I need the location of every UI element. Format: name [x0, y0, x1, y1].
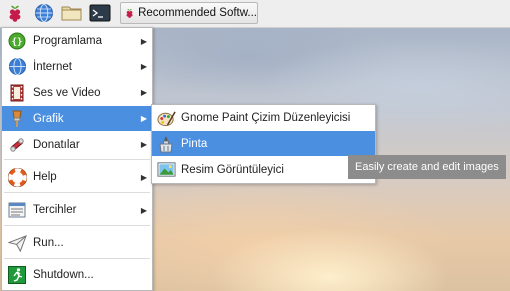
menu-item-programlama[interactable]: {} Programlama ▶: [2, 29, 152, 53]
raspberry-icon: [126, 8, 133, 18]
exit-running-man-icon: [7, 265, 27, 285]
paper-plane-icon: [7, 233, 27, 253]
graphics-submenu: Gnome Paint Çizim Düzenleyicisi Pinta Re…: [151, 104, 376, 184]
menu-item-help[interactable]: Help ▶: [2, 164, 152, 190]
submenu-item-label: Pinta: [181, 137, 208, 150]
chevron-right-icon: ▶: [140, 205, 147, 215]
accessories-icon: [7, 135, 27, 155]
tooltip: Easily create and edit images: [348, 155, 506, 179]
web-browser-launcher[interactable]: [32, 2, 56, 24]
taskbar: Recommended Softw...: [0, 0, 510, 28]
chevron-right-icon: ▶: [140, 172, 147, 182]
menu-separator: [4, 159, 150, 160]
chevron-right-icon: ▶: [140, 62, 147, 71]
menu-item-tercihler[interactable]: Tercihler ▶: [2, 197, 152, 223]
menu-item-label: Help: [33, 171, 57, 183]
paintbrush-icon: [7, 109, 27, 129]
menu-item-label: Donatılar: [33, 138, 80, 151]
menu-item-label: Ses ve Video: [33, 86, 101, 99]
taskbar-window-button[interactable]: Recommended Softw...: [120, 2, 258, 24]
film-strip-icon: [7, 83, 27, 103]
submenu-item-label: Resim Görüntüleyici: [181, 163, 284, 176]
chevron-right-icon: ▶: [140, 88, 147, 97]
menu-item-run[interactable]: Run...: [2, 230, 152, 256]
preferences-icon: [7, 200, 27, 220]
globe-icon: [35, 4, 53, 22]
terminal-icon: [89, 4, 111, 22]
svg-text:{}: {}: [12, 38, 23, 48]
menu-item-shutdown[interactable]: Shutdown...: [2, 262, 152, 288]
pinta-paintbrush-icon: [156, 134, 176, 154]
menu-item-internet[interactable]: İnternet ▶: [2, 54, 152, 79]
chevron-right-icon: ▶: [140, 140, 147, 149]
taskbar-window-label: Recommended Softw...: [138, 7, 257, 19]
menu-item-label: İnternet: [33, 60, 72, 73]
terminal-launcher[interactable]: [88, 2, 112, 24]
menu-separator: [4, 192, 150, 193]
menu-item-label: Tercihler: [33, 204, 77, 216]
menu-separator: [4, 225, 150, 226]
globe-icon: [7, 57, 27, 77]
menu-item-label: Run...: [33, 237, 64, 249]
menu-item-label: Grafik: [33, 112, 64, 125]
menu-item-donatilar[interactable]: Donatılar ▶: [2, 132, 152, 157]
menu-separator: [4, 258, 150, 259]
folder-icon: [61, 6, 82, 21]
application-menu: {} Programlama ▶ İnternet ▶ Ses ve Video…: [1, 27, 153, 291]
menu-item-label: Shutdown...: [33, 269, 94, 281]
menu-item-label: Programlama: [33, 35, 103, 47]
submenu-item-label: Gnome Paint Çizim Düzenleyicisi: [181, 112, 351, 124]
programming-icon: {}: [7, 31, 27, 51]
chevron-right-icon: ▶: [140, 36, 147, 46]
chevron-right-icon: ▶: [140, 114, 147, 123]
raspberry-menu-button[interactable]: [3, 2, 27, 24]
raspberry-icon: [9, 5, 21, 22]
file-manager-launcher[interactable]: [60, 2, 84, 24]
paint-palette-icon: [156, 108, 176, 128]
menu-item-grafik[interactable]: Grafik ▶: [2, 106, 152, 131]
lifebuoy-icon: [7, 167, 27, 187]
image-viewer-icon: [156, 160, 176, 180]
menu-item-ses-ve-video[interactable]: Ses ve Video ▶: [2, 80, 152, 105]
submenu-item-pinta[interactable]: Pinta: [152, 131, 375, 156]
submenu-item-gnome-paint[interactable]: Gnome Paint Çizim Düzenleyicisi: [152, 106, 375, 130]
submenu-item-image-viewer[interactable]: Resim Görüntüleyici: [152, 157, 375, 182]
